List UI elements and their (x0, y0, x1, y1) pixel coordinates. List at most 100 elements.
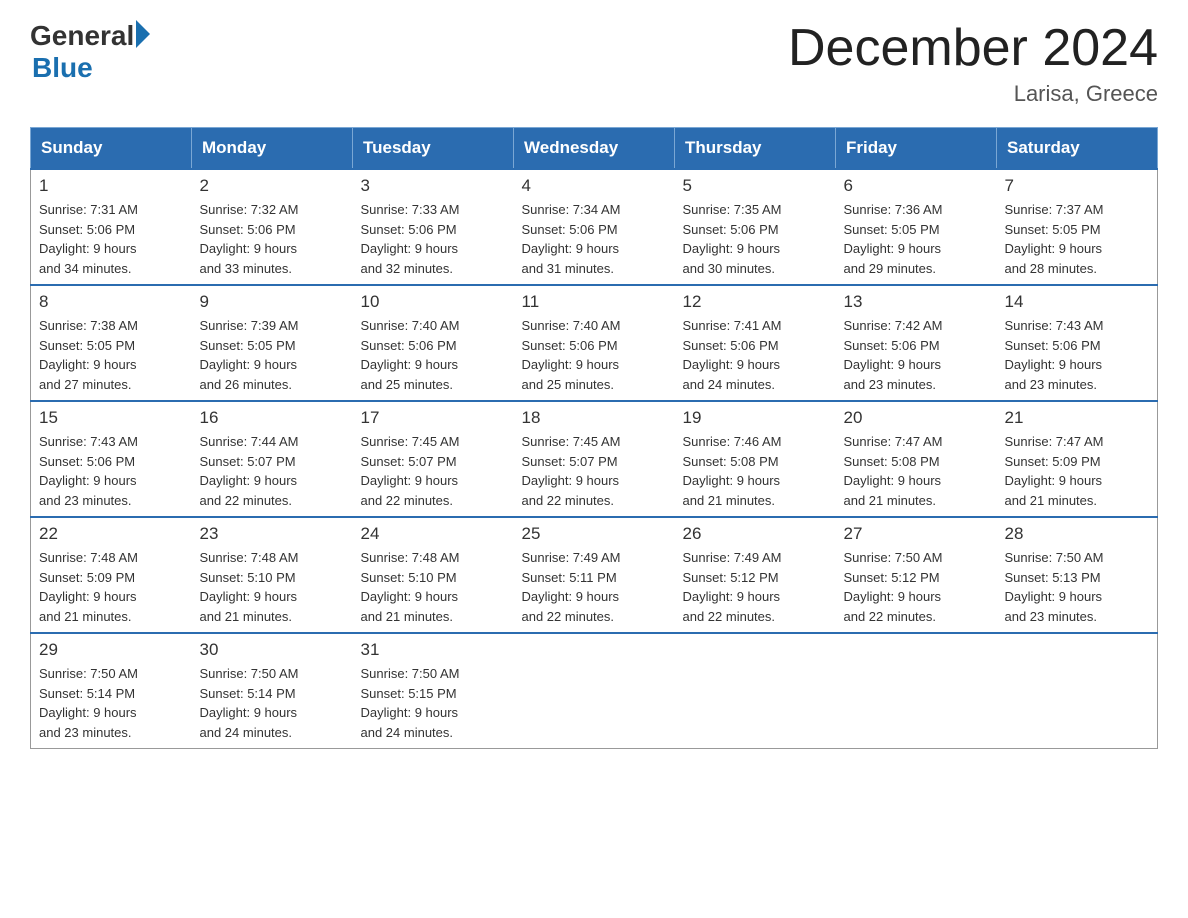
day-number: 30 (200, 640, 345, 660)
day-header-saturday: Saturday (997, 128, 1158, 170)
calendar-cell: 6 Sunrise: 7:36 AM Sunset: 5:05 PM Dayli… (836, 169, 997, 285)
day-info: Sunrise: 7:44 AM Sunset: 5:07 PM Dayligh… (200, 432, 345, 510)
calendar-cell: 30 Sunrise: 7:50 AM Sunset: 5:14 PM Dayl… (192, 633, 353, 749)
day-number: 3 (361, 176, 506, 196)
day-info: Sunrise: 7:43 AM Sunset: 5:06 PM Dayligh… (1005, 316, 1150, 394)
day-info: Sunrise: 7:48 AM Sunset: 5:09 PM Dayligh… (39, 548, 184, 626)
title-area: December 2024 Larisa, Greece (788, 20, 1158, 107)
calendar-cell: 25 Sunrise: 7:49 AM Sunset: 5:11 PM Dayl… (514, 517, 675, 633)
day-number: 21 (1005, 408, 1150, 428)
calendar-cell: 4 Sunrise: 7:34 AM Sunset: 5:06 PM Dayli… (514, 169, 675, 285)
calendar-cell (836, 633, 997, 749)
day-info: Sunrise: 7:48 AM Sunset: 5:10 PM Dayligh… (200, 548, 345, 626)
day-info: Sunrise: 7:50 AM Sunset: 5:14 PM Dayligh… (200, 664, 345, 742)
day-header-wednesday: Wednesday (514, 128, 675, 170)
day-info: Sunrise: 7:45 AM Sunset: 5:07 PM Dayligh… (522, 432, 667, 510)
day-info: Sunrise: 7:50 AM Sunset: 5:14 PM Dayligh… (39, 664, 184, 742)
day-number: 15 (39, 408, 184, 428)
day-number: 11 (522, 292, 667, 312)
calendar-cell: 18 Sunrise: 7:45 AM Sunset: 5:07 PM Dayl… (514, 401, 675, 517)
day-info: Sunrise: 7:45 AM Sunset: 5:07 PM Dayligh… (361, 432, 506, 510)
calendar-cell: 31 Sunrise: 7:50 AM Sunset: 5:15 PM Dayl… (353, 633, 514, 749)
day-number: 6 (844, 176, 989, 196)
day-number: 19 (683, 408, 828, 428)
day-number: 10 (361, 292, 506, 312)
calendar-cell: 13 Sunrise: 7:42 AM Sunset: 5:06 PM Dayl… (836, 285, 997, 401)
calendar-cell: 29 Sunrise: 7:50 AM Sunset: 5:14 PM Dayl… (31, 633, 192, 749)
calendar-cell: 20 Sunrise: 7:47 AM Sunset: 5:08 PM Dayl… (836, 401, 997, 517)
day-number: 7 (1005, 176, 1150, 196)
day-number: 8 (39, 292, 184, 312)
day-number: 1 (39, 176, 184, 196)
calendar-cell: 24 Sunrise: 7:48 AM Sunset: 5:10 PM Dayl… (353, 517, 514, 633)
day-number: 17 (361, 408, 506, 428)
day-info: Sunrise: 7:47 AM Sunset: 5:09 PM Dayligh… (1005, 432, 1150, 510)
calendar-cell (997, 633, 1158, 749)
calendar-cell: 11 Sunrise: 7:40 AM Sunset: 5:06 PM Dayl… (514, 285, 675, 401)
day-info: Sunrise: 7:32 AM Sunset: 5:06 PM Dayligh… (200, 200, 345, 278)
day-info: Sunrise: 7:37 AM Sunset: 5:05 PM Dayligh… (1005, 200, 1150, 278)
day-info: Sunrise: 7:40 AM Sunset: 5:06 PM Dayligh… (361, 316, 506, 394)
calendar-cell: 8 Sunrise: 7:38 AM Sunset: 5:05 PM Dayli… (31, 285, 192, 401)
day-number: 31 (361, 640, 506, 660)
calendar-cell: 15 Sunrise: 7:43 AM Sunset: 5:06 PM Dayl… (31, 401, 192, 517)
day-info: Sunrise: 7:49 AM Sunset: 5:12 PM Dayligh… (683, 548, 828, 626)
day-info: Sunrise: 7:50 AM Sunset: 5:12 PM Dayligh… (844, 548, 989, 626)
page-header: General Blue December 2024 Larisa, Greec… (30, 20, 1158, 107)
day-number: 16 (200, 408, 345, 428)
calendar-cell: 16 Sunrise: 7:44 AM Sunset: 5:07 PM Dayl… (192, 401, 353, 517)
day-info: Sunrise: 7:36 AM Sunset: 5:05 PM Dayligh… (844, 200, 989, 278)
logo-arrow-icon (136, 20, 150, 48)
day-number: 24 (361, 524, 506, 544)
calendar-cell (675, 633, 836, 749)
day-info: Sunrise: 7:38 AM Sunset: 5:05 PM Dayligh… (39, 316, 184, 394)
day-info: Sunrise: 7:50 AM Sunset: 5:13 PM Dayligh… (1005, 548, 1150, 626)
location-label: Larisa, Greece (788, 81, 1158, 107)
calendar-cell: 5 Sunrise: 7:35 AM Sunset: 5:06 PM Dayli… (675, 169, 836, 285)
day-info: Sunrise: 7:47 AM Sunset: 5:08 PM Dayligh… (844, 432, 989, 510)
logo: General Blue (30, 20, 150, 84)
day-info: Sunrise: 7:31 AM Sunset: 5:06 PM Dayligh… (39, 200, 184, 278)
day-number: 28 (1005, 524, 1150, 544)
calendar-cell: 26 Sunrise: 7:49 AM Sunset: 5:12 PM Dayl… (675, 517, 836, 633)
calendar-cell: 19 Sunrise: 7:46 AM Sunset: 5:08 PM Dayl… (675, 401, 836, 517)
day-number: 29 (39, 640, 184, 660)
calendar-cell (514, 633, 675, 749)
day-header-tuesday: Tuesday (353, 128, 514, 170)
calendar-cell: 14 Sunrise: 7:43 AM Sunset: 5:06 PM Dayl… (997, 285, 1158, 401)
day-info: Sunrise: 7:41 AM Sunset: 5:06 PM Dayligh… (683, 316, 828, 394)
day-info: Sunrise: 7:35 AM Sunset: 5:06 PM Dayligh… (683, 200, 828, 278)
calendar-cell: 21 Sunrise: 7:47 AM Sunset: 5:09 PM Dayl… (997, 401, 1158, 517)
day-info: Sunrise: 7:39 AM Sunset: 5:05 PM Dayligh… (200, 316, 345, 394)
day-number: 20 (844, 408, 989, 428)
day-number: 12 (683, 292, 828, 312)
calendar-cell: 28 Sunrise: 7:50 AM Sunset: 5:13 PM Dayl… (997, 517, 1158, 633)
day-info: Sunrise: 7:50 AM Sunset: 5:15 PM Dayligh… (361, 664, 506, 742)
month-title: December 2024 (788, 20, 1158, 77)
day-number: 4 (522, 176, 667, 196)
day-info: Sunrise: 7:49 AM Sunset: 5:11 PM Dayligh… (522, 548, 667, 626)
day-number: 26 (683, 524, 828, 544)
day-number: 13 (844, 292, 989, 312)
day-number: 18 (522, 408, 667, 428)
calendar-cell: 10 Sunrise: 7:40 AM Sunset: 5:06 PM Dayl… (353, 285, 514, 401)
day-header-thursday: Thursday (675, 128, 836, 170)
calendar-cell: 27 Sunrise: 7:50 AM Sunset: 5:12 PM Dayl… (836, 517, 997, 633)
day-number: 2 (200, 176, 345, 196)
calendar-cell: 9 Sunrise: 7:39 AM Sunset: 5:05 PM Dayli… (192, 285, 353, 401)
day-number: 14 (1005, 292, 1150, 312)
calendar-table: SundayMondayTuesdayWednesdayThursdayFrid… (30, 127, 1158, 749)
calendar-cell: 1 Sunrise: 7:31 AM Sunset: 5:06 PM Dayli… (31, 169, 192, 285)
calendar-cell: 12 Sunrise: 7:41 AM Sunset: 5:06 PM Dayl… (675, 285, 836, 401)
day-info: Sunrise: 7:34 AM Sunset: 5:06 PM Dayligh… (522, 200, 667, 278)
logo-blue-text: Blue (32, 52, 93, 84)
day-header-friday: Friday (836, 128, 997, 170)
day-number: 9 (200, 292, 345, 312)
calendar-cell: 17 Sunrise: 7:45 AM Sunset: 5:07 PM Dayl… (353, 401, 514, 517)
calendar-cell: 7 Sunrise: 7:37 AM Sunset: 5:05 PM Dayli… (997, 169, 1158, 285)
day-number: 23 (200, 524, 345, 544)
day-info: Sunrise: 7:42 AM Sunset: 5:06 PM Dayligh… (844, 316, 989, 394)
day-info: Sunrise: 7:33 AM Sunset: 5:06 PM Dayligh… (361, 200, 506, 278)
day-info: Sunrise: 7:48 AM Sunset: 5:10 PM Dayligh… (361, 548, 506, 626)
day-info: Sunrise: 7:43 AM Sunset: 5:06 PM Dayligh… (39, 432, 184, 510)
